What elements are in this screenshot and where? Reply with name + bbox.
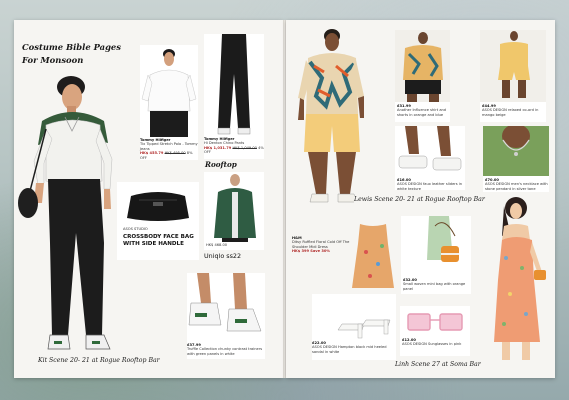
polo-photo — [140, 45, 198, 137]
shoes-name: Truffle Collection chunky contrast train… — [187, 347, 263, 356]
crossbody-bag-headline: CROSSBODY FACE BAG WITH SIDE HANDLE — [123, 234, 194, 247]
chinos-old-price: HK$ 1,049.00 — [232, 145, 257, 150]
uniqlo-label: Uniqlo ss22 — [204, 252, 242, 260]
polo-price: HK$ 455.79 — [140, 151, 164, 156]
lewis-set-photo — [480, 30, 546, 102]
lewis-shirt-card[interactable]: £31.99 Another Influence shirt and short… — [395, 30, 450, 122]
necklace-photo — [483, 126, 549, 176]
slides-name: ASOS DESIGN faux leather sliders in whit… — [397, 182, 463, 191]
woven-bag-card[interactable]: £32.00 Small woven mini bag with orange … — [401, 216, 471, 294]
linh-illustration — [488, 196, 552, 366]
chinos-photo — [204, 34, 264, 136]
lewis-set-details: £44.99 ASOS DESIGN relaxed co-ord in man… — [482, 104, 544, 117]
woven-bag-details: £32.00 Small woven mini bag with orange … — [403, 278, 469, 291]
rooftop-label: Rooftop — [205, 160, 237, 169]
lewis-caption: Lewis Scene 20- 21 at Rogue Rooftop Bar — [354, 196, 485, 203]
polo-card[interactable]: Tommy Hilfiger Tix Tipped Stretch Polo -… — [140, 45, 198, 160]
dress-photo[interactable] — [350, 222, 396, 292]
lewis-set-name: ASOS DESIGN relaxed co-ord in mango beig… — [482, 108, 539, 117]
shoes-photo — [187, 273, 265, 341]
heels-card[interactable]: £22.00 ASOS DESIGN Hampton block mid hee… — [312, 294, 396, 360]
jacket-photo — [204, 172, 264, 242]
jacket-price: HK$ 468.00 — [206, 243, 228, 247]
linh-caption: Linh Scene 27 at Soma Bar — [395, 361, 481, 368]
woven-bag-name: Small woven mini bag with orange panel — [403, 282, 466, 291]
heels-details: £22.00 ASOS DESIGN Hampton block mid hee… — [312, 341, 396, 354]
lewis-shirt-photo — [395, 30, 450, 102]
necklace-details: £70.00 ASOS DESIGN men's necklace with s… — [485, 178, 549, 191]
woven-bag-photo — [401, 216, 471, 276]
book-title-line1: Costume Bible Pages — [22, 42, 121, 52]
kit-caption: Kit Scene 20- 21 at Rogue Rooftop Bar — [38, 357, 160, 364]
dress-name: Ditsy Ruffled Floral Cold Off The Should… — [292, 240, 350, 249]
book-title-line2: For Monsoon — [22, 55, 84, 65]
jacket-card[interactable]: HK$ 468.00 — [204, 172, 264, 250]
necklace-name: ASOS DESIGN men's necklace with stone pe… — [485, 182, 548, 191]
sunglasses-card[interactable]: £12.00 ASOS DESIGN Sunglasses in pink — [400, 306, 470, 356]
crossbody-bag-photo — [123, 188, 193, 224]
shoes-details: £37.99 Truffle Collection chunky contras… — [187, 343, 265, 356]
polo-details: Tommy Hilfiger Tix Tipped Stretch Polo -… — [140, 138, 198, 160]
dress-price: HK$ 399 Save 30% — [292, 249, 330, 254]
crossbody-bag-brand: ASOS STUDIO — [123, 227, 148, 231]
lewis-shirt-details: £31.99 Another Influence shirt and short… — [397, 104, 449, 117]
dress-details: H&M Ditsy Ruffled Floral Cold Off The Sh… — [292, 236, 354, 254]
chinos-price: HK$ 1,031.79 — [204, 145, 232, 150]
sunglasses-name: ASOS DESIGN Sunglasses in pink — [402, 342, 462, 347]
shoes-card[interactable]: £37.99 Truffle Collection chunky contras… — [187, 273, 265, 359]
polo-old-price: HK$ 495.00 — [164, 151, 186, 156]
chinos-details: Tommy Hilfiger Hi Denton Chino Pants HK$… — [204, 137, 264, 155]
lewis-illustration — [296, 26, 366, 208]
necklace-card[interactable]: £70.00 ASOS DESIGN men's necklace with s… — [483, 126, 549, 192]
heels-name: ASOS DESIGN Hampton block mid heeled san… — [312, 345, 387, 354]
lewis-set-card[interactable]: £44.99 ASOS DESIGN relaxed co-ord in man… — [480, 30, 546, 122]
heels-photo — [332, 294, 396, 340]
crossbody-bag-card[interactable]: ASOS STUDIO CROSSBODY FACE BAG WITH SIDE… — [117, 182, 199, 260]
sunglasses-photo — [406, 310, 464, 334]
polo-name: Tix Tipped Stretch Polo - Tommy Jeans — [140, 142, 198, 151]
slides-card[interactable]: £16.00 ASOS DESIGN faux leather sliders … — [395, 126, 465, 191]
slides-details: £16.00 ASOS DESIGN faux leather sliders … — [397, 178, 465, 191]
slides-photo — [395, 126, 465, 176]
sunglasses-details: £12.00 ASOS DESIGN Sunglasses in pink — [402, 338, 470, 347]
book-title: Costume Bible Pages For Monsoon — [22, 41, 121, 67]
lewis-shirt-name: Another Influence shirt and shorts in or… — [397, 108, 447, 117]
chinos-card[interactable]: Tommy Hilfiger Hi Denton Chino Pants HK$… — [204, 34, 264, 159]
